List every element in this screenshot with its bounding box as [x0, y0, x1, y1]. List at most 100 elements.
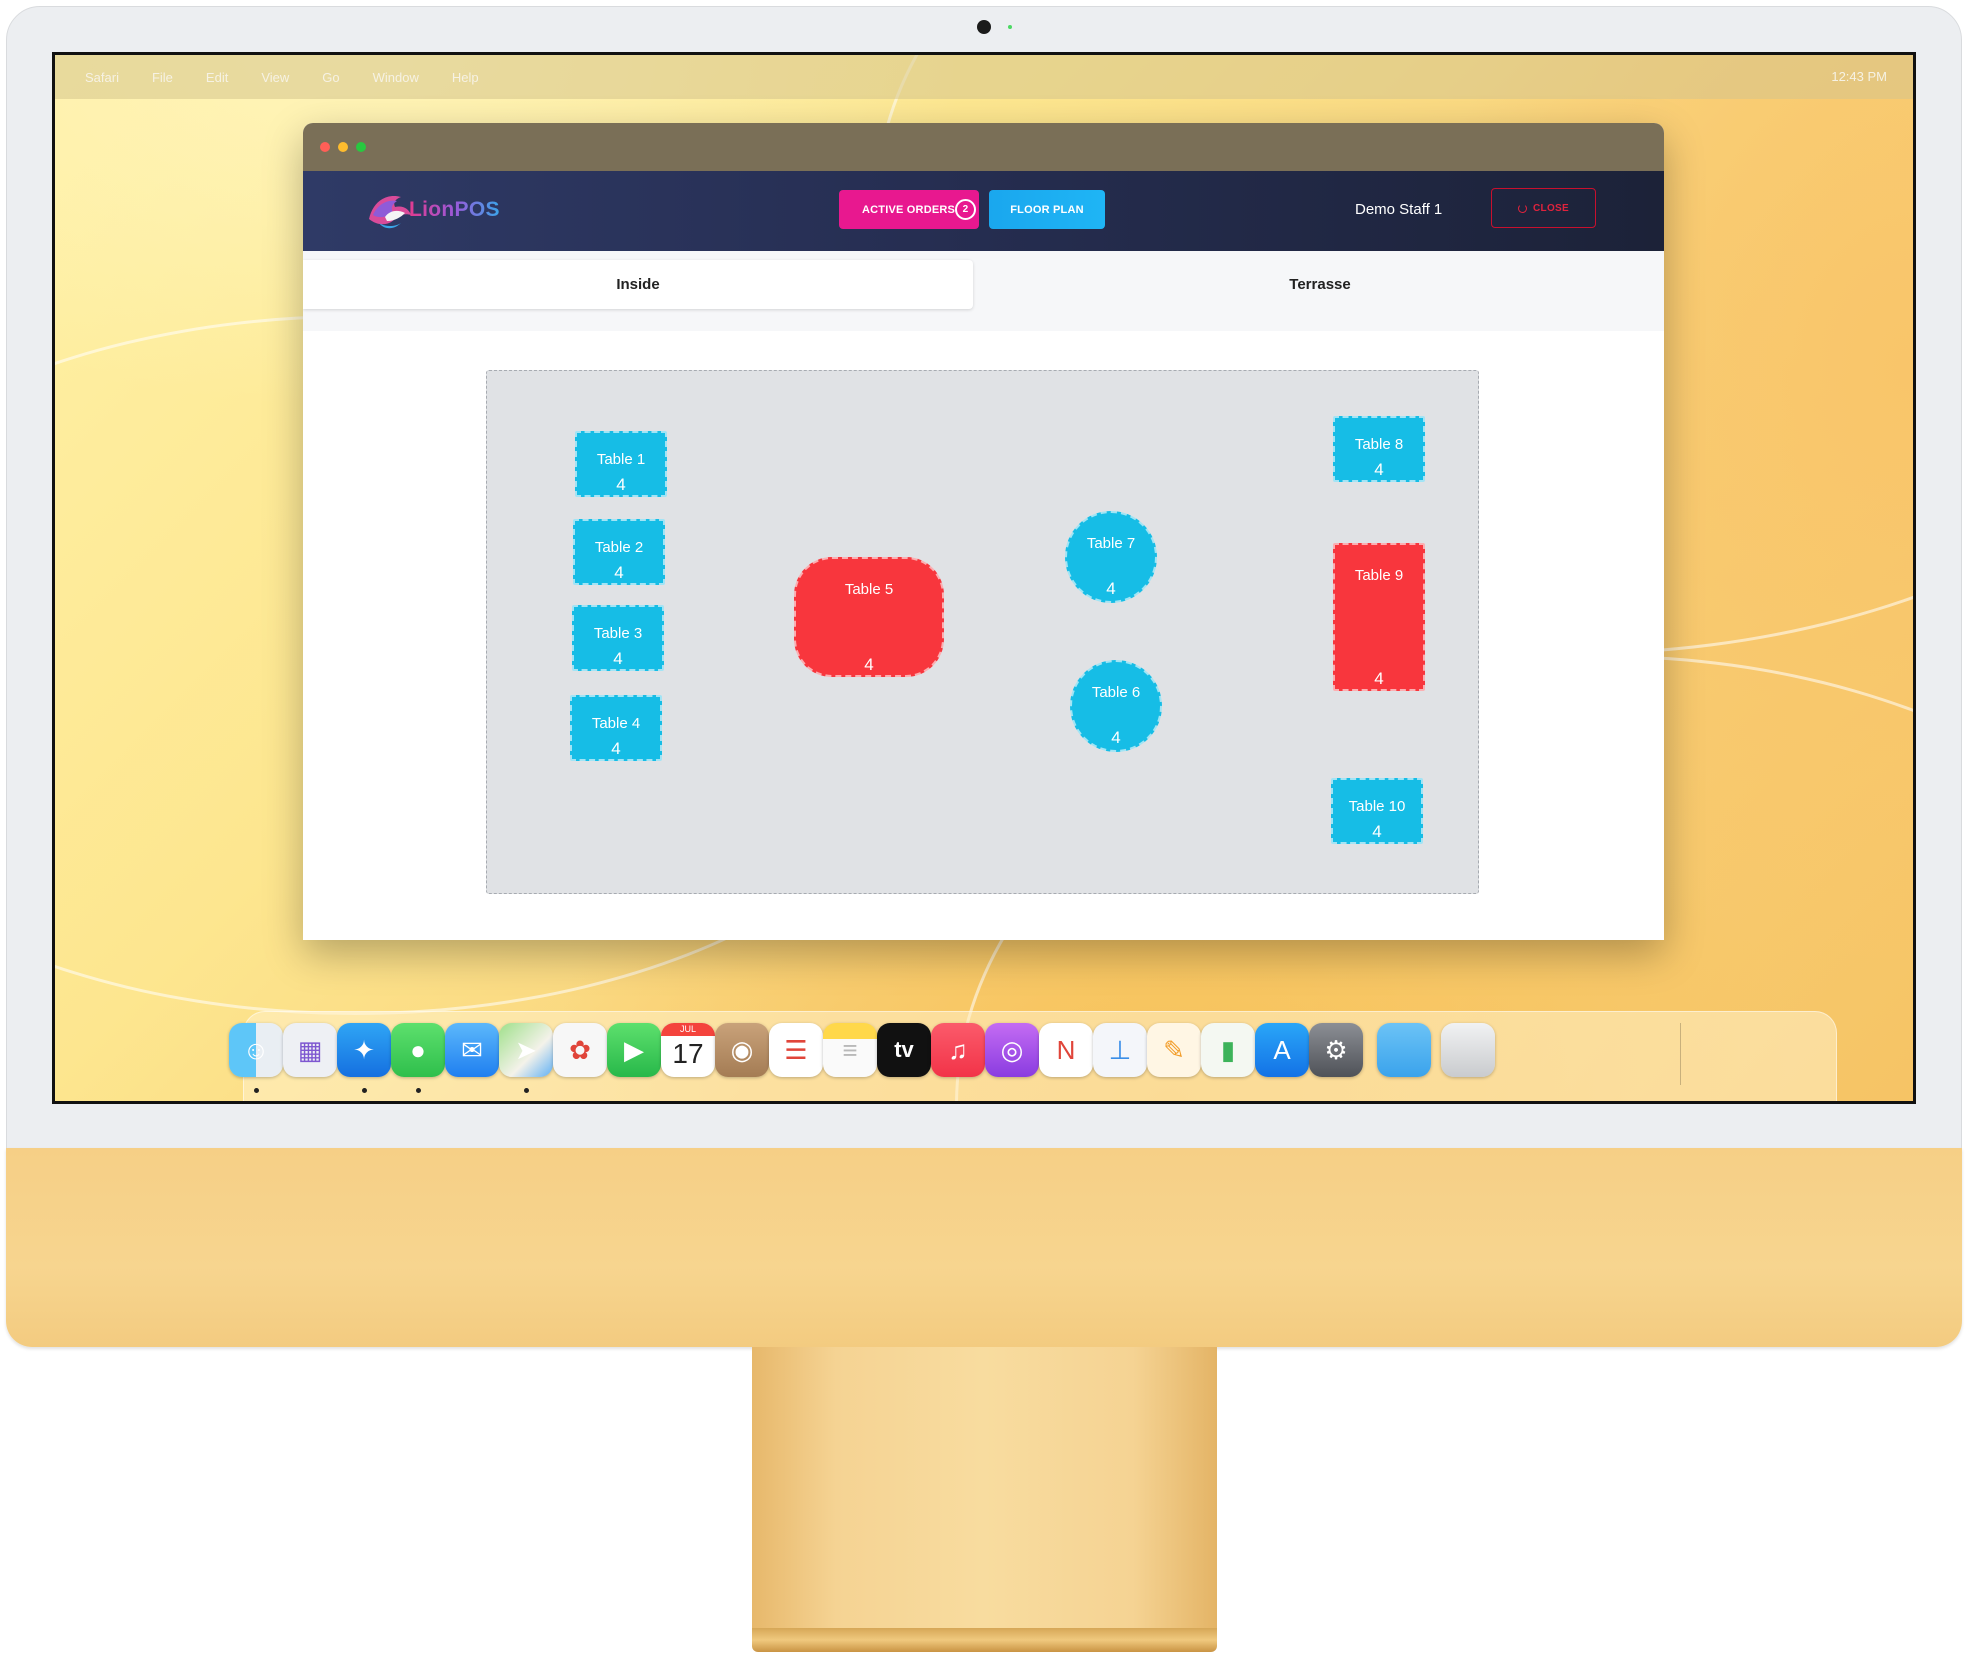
- table-name: Table 2: [594, 539, 644, 556]
- table-seats: 4: [864, 655, 874, 674]
- menu-view[interactable]: View: [261, 70, 289, 85]
- floor-plan-label: FLOOR PLAN: [1010, 203, 1084, 216]
- apple-tv-label: tv: [894, 1037, 914, 1062]
- menu-file[interactable]: File: [152, 70, 173, 85]
- lion-logo-icon: [365, 189, 415, 231]
- menu-bar: Safari File Edit View Go Window Help 12:…: [55, 55, 1913, 99]
- tab-terrasse[interactable]: Terrasse: [976, 260, 1664, 309]
- trash-icon[interactable]: [1441, 1023, 1495, 1077]
- active-orders-label: ACTIVE ORDERS: [862, 203, 956, 216]
- table-seats: 4: [1374, 669, 1384, 688]
- table-seats: 4: [1372, 822, 1382, 841]
- table-4[interactable]: Table 4 4: [570, 695, 662, 761]
- keynote-icon[interactable]: ⊥: [1093, 1023, 1147, 1077]
- pages-icon[interactable]: ✎: [1147, 1023, 1201, 1077]
- apple-tv-icon[interactable]: tv: [877, 1023, 931, 1077]
- table-2[interactable]: Table 2 4: [573, 519, 665, 585]
- table-seats: 4: [613, 649, 623, 668]
- floor-plan-canvas: Table 1 4 Table 2 4 Table 3 4 Table 4 4 Table 5 4…: [486, 370, 1479, 894]
- folder-icon[interactable]: [1377, 1023, 1431, 1077]
- table-3[interactable]: Table 3 4: [572, 605, 664, 671]
- dock-glyph: ♫: [948, 1034, 968, 1065]
- table-6[interactable]: Table 6 4: [1070, 660, 1162, 752]
- brand-name: LionPOS: [409, 198, 500, 221]
- staff-name[interactable]: Demo Staff 1: [1355, 201, 1442, 218]
- table-9[interactable]: Table 9 4: [1333, 543, 1425, 691]
- floor-plan-button[interactable]: FLOOR PLAN: [989, 190, 1105, 229]
- maps-icon[interactable]: ➤: [499, 1023, 553, 1077]
- dock-glyph: N: [1056, 1034, 1076, 1065]
- menu-window[interactable]: Window: [373, 70, 419, 85]
- system-preferences-icon[interactable]: ⚙: [1309, 1023, 1363, 1077]
- table-1[interactable]: Table 1 4: [575, 431, 667, 497]
- contacts-icon[interactable]: ◉: [715, 1023, 769, 1077]
- dock-glyph: ✿: [569, 1034, 591, 1065]
- table-name: Table 1: [596, 451, 646, 468]
- music-icon[interactable]: ♫: [931, 1023, 985, 1077]
- dock-glyph: ▦: [297, 1034, 323, 1065]
- active-orders-button[interactable]: ACTIVE ORDERS 2: [839, 190, 979, 229]
- menu-safari[interactable]: Safari: [85, 70, 119, 85]
- table-7[interactable]: Table 7 4: [1065, 511, 1157, 603]
- zoom-window-icon[interactable]: [356, 142, 366, 152]
- launchpad-icon[interactable]: ▦: [283, 1023, 337, 1077]
- menubar-clock[interactable]: 12:43 PM: [1831, 69, 1887, 84]
- close-button[interactable]: CLOSE: [1491, 188, 1596, 228]
- podcasts-icon[interactable]: ◎: [985, 1023, 1039, 1077]
- messages-icon[interactable]: ●: [391, 1023, 445, 1077]
- numbers-icon[interactable]: ▮: [1201, 1023, 1255, 1077]
- imac-chin: [6, 1148, 1962, 1347]
- menu-edit[interactable]: Edit: [206, 70, 228, 85]
- table-seats: 4: [1374, 460, 1384, 479]
- imac-stand-foot: [752, 1628, 1217, 1652]
- mail-icon[interactable]: ✉: [445, 1023, 499, 1077]
- desktop-screen: Safari File Edit View Go Window Help 12:…: [52, 52, 1916, 1104]
- table-name: Table 9: [1354, 567, 1404, 584]
- table-seats: 4: [616, 475, 626, 494]
- dock-glyph: ◎: [1000, 1034, 1024, 1065]
- table-name: Table 8: [1354, 436, 1404, 453]
- camera-indicator: [1008, 25, 1012, 29]
- dock-glyph: ✉: [461, 1034, 483, 1065]
- safari-icon[interactable]: ✦: [337, 1023, 391, 1077]
- app-header: LionPOS ACTIVE ORDERS 2 FLOOR PLAN Demo …: [303, 171, 1664, 251]
- table-seats: 4: [611, 739, 621, 758]
- reminders-icon[interactable]: ☰: [769, 1023, 823, 1077]
- dock-running-indicator: [362, 1088, 367, 1093]
- tab-inside[interactable]: Inside: [303, 260, 973, 309]
- news-icon[interactable]: N: [1039, 1023, 1093, 1077]
- finder-icon[interactable]: ☺: [229, 1023, 283, 1077]
- imac-stand: [752, 1347, 1217, 1639]
- menu-help[interactable]: Help: [452, 70, 479, 85]
- app-store-icon[interactable]: A: [1255, 1023, 1309, 1077]
- table-8[interactable]: Table 8 4: [1333, 416, 1425, 482]
- dock-glyph: ⊥: [1108, 1034, 1132, 1065]
- window-titlebar[interactable]: [303, 123, 1664, 171]
- dock-glyph: A: [1273, 1034, 1291, 1065]
- notes-icon[interactable]: ≡: [823, 1023, 877, 1077]
- table-10[interactable]: Table 10 4: [1331, 778, 1423, 844]
- table-seats: 4: [1106, 579, 1116, 598]
- close-window-icon[interactable]: [320, 142, 330, 152]
- dock-running-indicator: [254, 1088, 259, 1093]
- table-name: Table 4: [591, 715, 641, 732]
- minimize-window-icon[interactable]: [338, 142, 348, 152]
- dock-glyph: ▶: [624, 1034, 644, 1065]
- browser-window: LionPOS ACTIVE ORDERS 2 FLOOR PLAN Demo …: [303, 123, 1664, 940]
- photos-icon[interactable]: ✿: [553, 1023, 607, 1077]
- table-name: Table 6: [1091, 684, 1141, 701]
- table-seats: 4: [1111, 728, 1121, 747]
- table-5[interactable]: Table 5 4: [794, 557, 944, 677]
- dock-glyph: ➤: [515, 1034, 537, 1065]
- dock-glyph: ✎: [1163, 1034, 1185, 1065]
- table-name: Table 5: [844, 581, 894, 598]
- calendar-icon[interactable]: JUL 17: [661, 1023, 715, 1077]
- table-name: Table 7: [1086, 535, 1136, 552]
- dock-glyph: ☺: [242, 1034, 270, 1065]
- dock-glyph: ☰: [784, 1034, 808, 1065]
- lionpos-logo[interactable]: LionPOS: [365, 189, 500, 231]
- facetime-icon[interactable]: ▶: [607, 1023, 661, 1077]
- menu-go[interactable]: Go: [322, 70, 339, 85]
- floor-plan-content: Table 1 4 Table 2 4 Table 3 4 Table 4 4 Table 5 4…: [303, 331, 1664, 894]
- dock-glyph: ⚙: [1324, 1034, 1348, 1065]
